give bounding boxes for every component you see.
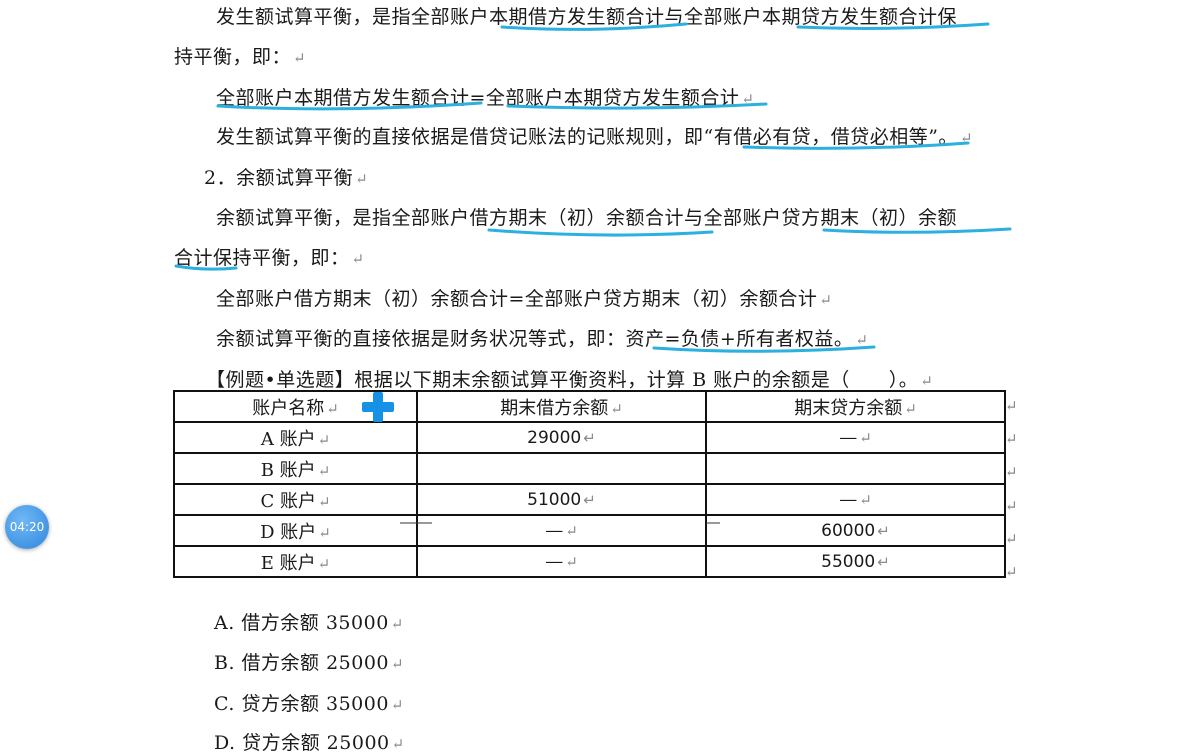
credit-cell: — ↵ [705,483,1006,516]
return-mark: ↵ [959,129,974,147]
return-mark: ↵ [920,372,934,390]
account-name-cell: C 账户 ↵ [173,483,418,516]
timer-badge[interactable]: 04:20 [5,505,49,549]
option-b: B. 借方余额 25000 ↵ [214,652,405,674]
account-name-cell: A 账户 ↵ [173,421,418,454]
row-end-mark: ↵ [1005,463,1018,481]
paragraph-line: 发生额试算平衡的直接依据是借贷记账法的记账规则，即“有借必有贷，借贷必相等”。 ↵ [216,126,974,148]
row-end-mark: ↵ [1005,397,1018,415]
section-heading: 2．余额试算平衡 ↵ [204,167,369,189]
option-a: A. 借方余额 35000 ↵ [214,612,404,634]
formula-line: 全部账户本期借方发生额合计=全部账户本期贷方发生额合计 ↵ [216,87,755,109]
annotation-underline [487,228,714,237]
credit-cell: — ↵ [705,421,1006,454]
credit-cell: 55000 ↵ [705,545,1006,578]
return-mark: ↵ [355,170,369,188]
table-header-cell: 期末贷方余额 ↵ [705,390,1006,423]
paragraph-line: 发生额试算平衡，是指全部账户本期借方发生额合计与全部账户本期贷方发生额合计保 [216,6,958,28]
debit-cell: — ↵ [416,545,707,578]
table-header-row: 账户名称 ↵ 期末借方余额 ↵ 期末贷方余额 ↵ [173,390,1006,423]
row-end-mark: ↵ [1005,497,1018,515]
formula-line: 全部账户借方期末（初）余额合计=全部账户贷方期末（初）余额合计 ↵ [216,288,833,310]
debit-cell: 51000 ↵ [416,483,707,516]
return-mark: ↵ [293,49,307,67]
credit-cell: 60000 ↵ [705,514,1006,547]
drawing-cursor-icon [362,392,394,422]
return-mark: ↵ [855,331,869,349]
paragraph-line: 余额试算平衡的直接依据是财务状况等式，即：资产=负债+所有者权益。 ↵ [216,328,869,350]
debit-cell: — ↵ [416,514,707,547]
return-mark: ↵ [741,90,755,108]
return-mark: ↵ [819,291,833,309]
row-end-mark: ↵ [1005,430,1018,448]
account-name-cell: B 账户 ↵ [173,452,418,485]
balance-table: 账户名称 ↵ 期末借方余额 ↵ 期末贷方余额 ↵ A 账户 ↵ 29000 ↵ — ↵ B … [173,390,1006,578]
table-row: B 账户 ↵ [173,452,1006,485]
table-row: A 账户 ↵ 29000 ↵ — ↵ [173,421,1006,454]
table-row: E 账户 ↵ — ↵ 55000 ↵ [173,545,1006,578]
account-name-cell: E 账户 ↵ [173,545,418,578]
row-end-mark: ↵ [1005,563,1018,581]
table-row: D 账户 ↵ — ↵ 60000 ↵ [173,514,1006,547]
question-line: 【例题•单选题】根据以下期末余额试算平衡资料，计算 B 账户的余额是（ ）。 ↵ [206,369,934,391]
row-end-mark: ↵ [1005,530,1018,548]
paragraph-line: 余额试算平衡，是指全部账户借方期末（初）余额合计与全部账户贷方期末（初）余额 [216,207,958,229]
return-mark: ↵ [351,250,365,268]
debit-cell: 29000 ↵ [416,421,707,454]
account-name-cell: D 账户 ↵ [173,514,418,547]
debit-cell [416,452,707,485]
option-d: D. 贷方余额 25000 ↵ [214,732,405,754]
paragraph-line: 持平衡，即： ↵ [174,46,307,68]
table-row: C 账户 ↵ 51000 ↵ — ↵ [173,483,1006,516]
paragraph-line: 合计保持平衡，即： ↵ [174,247,365,269]
option-c: C. 贷方余额 35000 ↵ [214,693,404,715]
table-header-cell: 期末借方余额 ↵ [416,390,707,423]
credit-cell [705,452,1006,485]
